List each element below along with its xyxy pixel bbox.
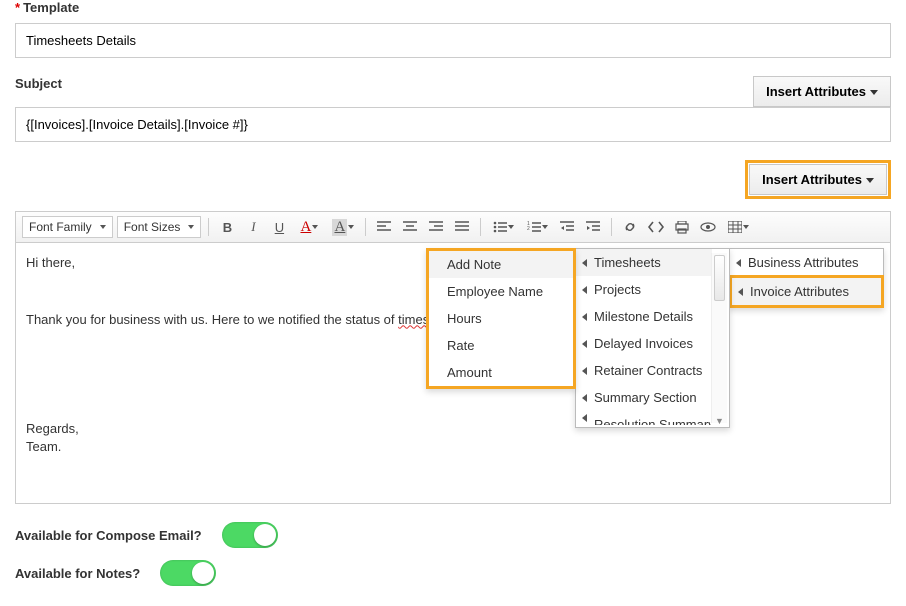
- subject-input[interactable]: [15, 107, 891, 142]
- submenu-rate[interactable]: Rate: [429, 332, 573, 359]
- highlight-color-icon[interactable]: A: [328, 216, 358, 238]
- submenu-timesheets[interactable]: Timesheets: [576, 249, 712, 276]
- body-regards: Regards,: [26, 421, 880, 438]
- preview-icon[interactable]: [697, 216, 719, 238]
- submenu-amount[interactable]: Amount: [429, 359, 573, 386]
- insert-attributes-menu[interactable]: Business Attributes Invoice Attributes: [729, 248, 884, 308]
- editor-toolbar: Font Family Font Sizes B I U A A 12: [16, 212, 890, 243]
- submenu-employee-name[interactable]: Employee Name: [429, 278, 573, 305]
- underline-icon[interactable]: U: [268, 216, 290, 238]
- submenu-hours[interactable]: Hours: [429, 305, 573, 332]
- link-icon[interactable]: [619, 216, 641, 238]
- insert-attributes-subject-button[interactable]: Insert Attributes: [753, 76, 891, 107]
- submenu-retainer[interactable]: Retainer Contracts: [576, 357, 712, 384]
- invoice-attributes-submenu[interactable]: Timesheets Projects Milestone Details De…: [575, 248, 730, 428]
- submenu-summary[interactable]: Summary Section: [576, 384, 712, 411]
- font-sizes-select[interactable]: Font Sizes: [117, 216, 202, 238]
- svg-text:2: 2: [527, 226, 530, 232]
- menu-business-attributes[interactable]: Business Attributes: [730, 249, 883, 276]
- bullet-list-icon[interactable]: [488, 216, 518, 238]
- available-compose-toggle[interactable]: [222, 522, 278, 548]
- insert-attributes-body-button[interactable]: Insert Attributes: [749, 164, 887, 195]
- available-notes-toggle[interactable]: [160, 560, 216, 586]
- subject-label: Subject: [15, 76, 743, 91]
- available-compose-label: Available for Compose Email?: [15, 528, 202, 543]
- submenu-delayed-invoices[interactable]: Delayed Invoices: [576, 330, 712, 357]
- align-left-icon[interactable]: [373, 216, 395, 238]
- align-center-icon[interactable]: [399, 216, 421, 238]
- menu-invoice-attributes[interactable]: Invoice Attributes: [732, 278, 881, 305]
- submenu-scrollbar[interactable]: ▲ ▼: [711, 253, 727, 423]
- print-icon[interactable]: [671, 216, 693, 238]
- submenu-resolution[interactable]: Resolution Summary: [576, 411, 712, 425]
- table-icon[interactable]: [723, 216, 753, 238]
- numbered-list-icon[interactable]: 12: [522, 216, 552, 238]
- timesheets-submenu[interactable]: Add Note Employee Name Hours Rate Amount: [426, 248, 576, 389]
- align-justify-icon[interactable]: [451, 216, 473, 238]
- indent-icon[interactable]: [582, 216, 604, 238]
- body-team: Team.: [26, 439, 880, 456]
- available-notes-label: Available for Notes?: [15, 566, 140, 581]
- italic-icon[interactable]: I: [242, 216, 264, 238]
- rich-text-editor: Font Family Font Sizes B I U A A 12 Hi t…: [15, 211, 891, 504]
- template-label: *Template: [15, 0, 891, 15]
- text-color-icon[interactable]: A: [294, 216, 324, 238]
- font-family-select[interactable]: Font Family: [22, 216, 113, 238]
- bold-icon[interactable]: B: [216, 216, 238, 238]
- outdent-icon[interactable]: [556, 216, 578, 238]
- submenu-milestone[interactable]: Milestone Details: [576, 303, 712, 330]
- code-icon[interactable]: [645, 216, 667, 238]
- submenu-projects[interactable]: Projects: [576, 276, 712, 303]
- template-input[interactable]: [15, 23, 891, 58]
- submenu-add-note[interactable]: Add Note: [429, 251, 573, 278]
- align-right-icon[interactable]: [425, 216, 447, 238]
